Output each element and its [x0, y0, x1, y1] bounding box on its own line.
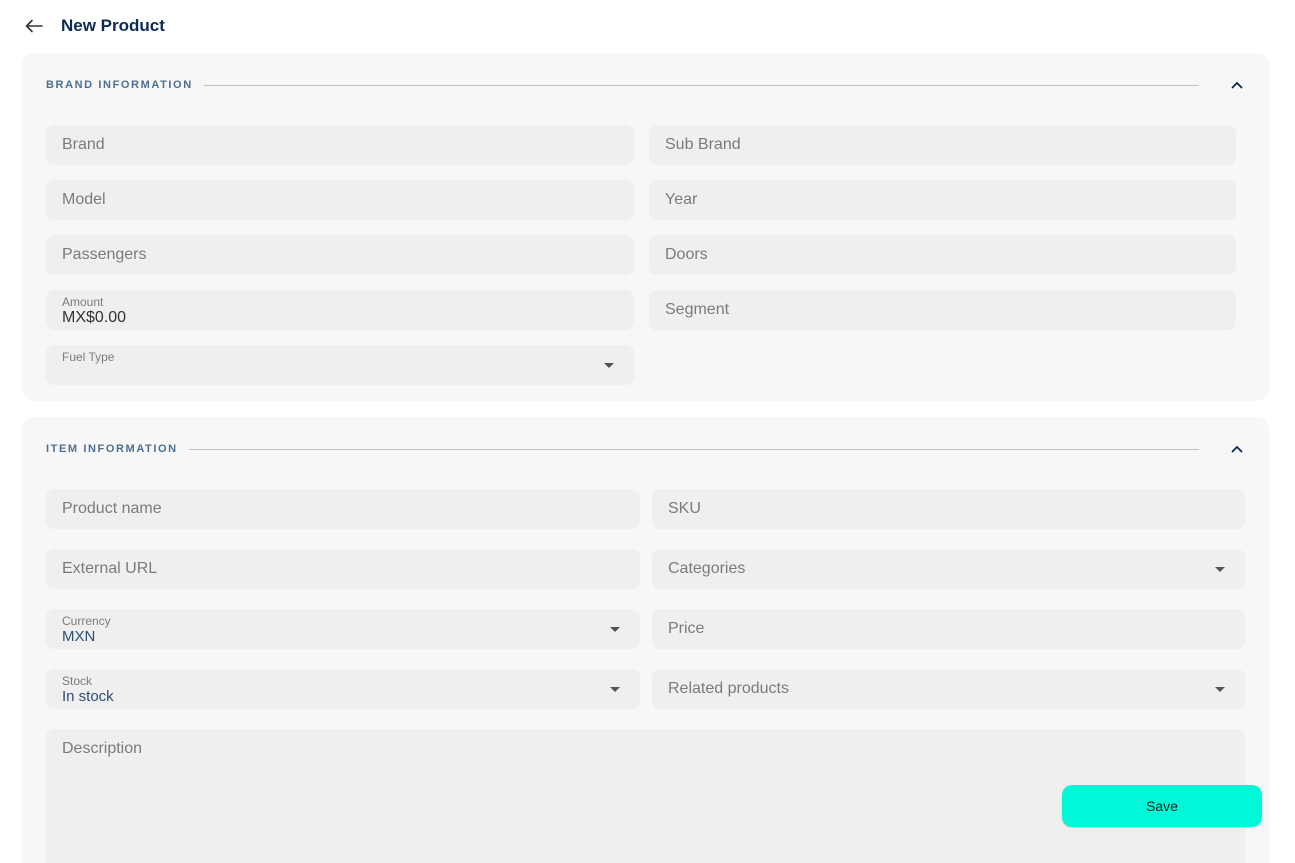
- product-name-input[interactable]: Product name: [46, 489, 640, 529]
- amount-label: Amount: [62, 295, 104, 309]
- stock-select[interactable]: Stock In stock: [46, 669, 640, 709]
- sku-input[interactable]: SKU: [652, 489, 1245, 529]
- stock-value: In stock: [62, 688, 114, 705]
- currency-label: Currency: [62, 614, 111, 628]
- brand-input[interactable]: Brand: [46, 125, 634, 165]
- caret-down-icon: [610, 627, 620, 632]
- product-name-placeholder: Product name: [62, 500, 162, 517]
- price-placeholder: Price: [668, 620, 705, 637]
- item-section-header: ITEM INFORMATION: [46, 439, 1245, 459]
- related-products-placeholder: Related products: [668, 680, 789, 697]
- section-title: ITEM INFORMATION: [46, 443, 178, 455]
- doors-placeholder: Doors: [665, 246, 708, 263]
- page-title: New Product: [61, 16, 165, 35]
- caret-down-icon: [610, 687, 620, 692]
- external-url-placeholder: External URL: [62, 560, 158, 577]
- section-title: BRAND INFORMATION: [46, 79, 193, 91]
- sub-brand-placeholder: Sub Brand: [665, 136, 741, 153]
- brand-placeholder: Brand: [62, 136, 105, 153]
- section-divider: [203, 84, 1199, 86]
- page-header: New Product: [22, 12, 165, 40]
- arrow-left-icon: [25, 19, 43, 33]
- fuel-type-label: Fuel Type: [62, 350, 115, 364]
- save-button[interactable]: Save: [1062, 785, 1262, 827]
- sku-placeholder: SKU: [668, 500, 701, 517]
- brand-information-card: BRAND INFORMATION Brand Sub Brand Model …: [22, 53, 1269, 401]
- currency-select[interactable]: Currency MXN: [46, 609, 640, 649]
- amount-input[interactable]: Amount MX$0.00: [46, 290, 634, 330]
- passengers-input[interactable]: Passengers: [46, 235, 634, 275]
- sub-brand-input[interactable]: Sub Brand: [649, 125, 1236, 165]
- caret-down-icon: [1215, 567, 1225, 572]
- amount-value: MX$0.00: [62, 309, 127, 326]
- segment-input[interactable]: Segment: [649, 290, 1236, 330]
- passengers-placeholder: Passengers: [62, 246, 147, 263]
- collapse-brand-button[interactable]: [1229, 77, 1245, 93]
- chevron-up-icon: [1231, 445, 1243, 453]
- fuel-type-select[interactable]: Fuel Type: [46, 345, 634, 385]
- related-products-select[interactable]: Related products: [652, 669, 1245, 709]
- model-placeholder: Model: [62, 191, 106, 208]
- section-divider: [188, 448, 1199, 450]
- price-input[interactable]: Price: [652, 609, 1245, 649]
- categories-select[interactable]: Categories: [652, 549, 1245, 589]
- chevron-up-icon: [1231, 81, 1243, 89]
- caret-down-icon: [604, 363, 614, 368]
- external-url-input[interactable]: External URL: [46, 549, 640, 589]
- collapse-item-button[interactable]: [1229, 441, 1245, 457]
- year-input[interactable]: Year: [649, 180, 1236, 220]
- model-input[interactable]: Model: [46, 180, 634, 220]
- currency-value: MXN: [62, 628, 96, 645]
- year-placeholder: Year: [665, 191, 698, 208]
- stock-label: Stock: [62, 674, 93, 688]
- brand-section-header: BRAND INFORMATION: [46, 75, 1245, 95]
- categories-placeholder: Categories: [668, 560, 746, 577]
- back-button[interactable]: [22, 14, 46, 38]
- doors-input[interactable]: Doors: [649, 235, 1236, 275]
- caret-down-icon: [1215, 687, 1225, 692]
- description-placeholder: Description: [62, 740, 143, 757]
- segment-placeholder: Segment: [665, 301, 730, 318]
